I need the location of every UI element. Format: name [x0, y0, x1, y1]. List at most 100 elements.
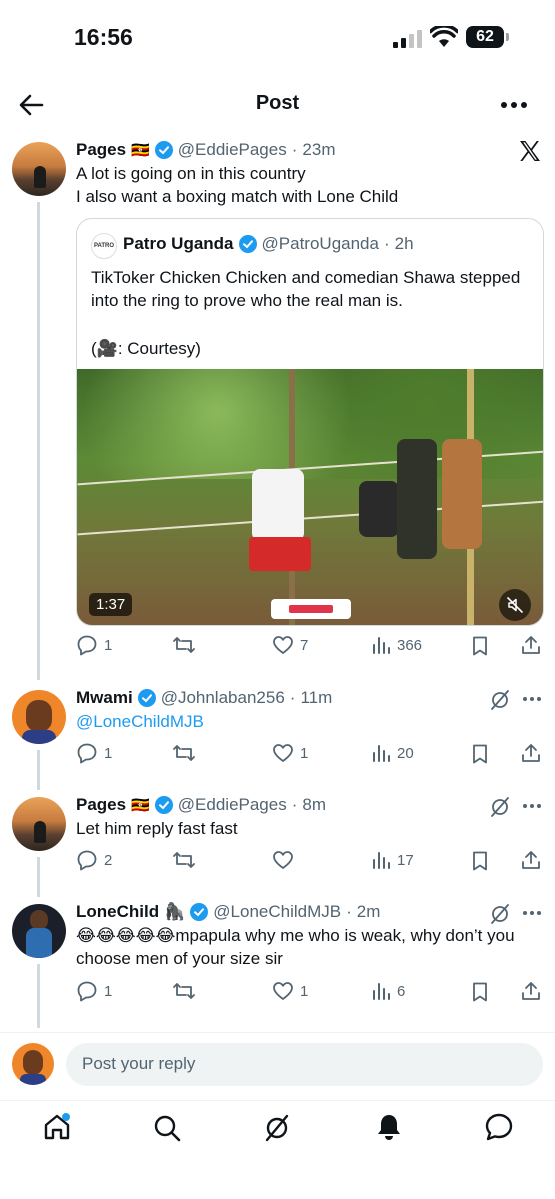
video-spectator [397, 439, 437, 559]
battery-cap [506, 33, 509, 41]
reply-bubble-icon [77, 850, 97, 871]
repost-action[interactable] [172, 634, 202, 656]
reply-header: LoneChild 🦍 @LoneChildMJB · 2m [76, 902, 380, 922]
thread-line [37, 750, 40, 790]
grok-icon[interactable] [262, 1113, 292, 1143]
verified-badge-icon [154, 141, 173, 159]
bookmark-icon[interactable] [470, 981, 490, 1003]
author-flag: 🇺🇬 [131, 142, 150, 159]
reply-author-name[interactable]: Mwami [76, 688, 133, 708]
battery-level: 62 [466, 26, 504, 48]
avatar-shirt [20, 1074, 46, 1085]
reply-action[interactable]: 1 [76, 634, 112, 656]
heart-icon [273, 982, 293, 1000]
quote-avatar[interactable]: PATRO [91, 233, 117, 259]
more-options-icon[interactable] [522, 799, 542, 813]
heart-icon [273, 851, 293, 869]
share-icon[interactable] [520, 849, 542, 871]
reply-avatar-mwami[interactable] [12, 690, 66, 744]
like-action[interactable]: 1 [272, 742, 308, 764]
avatar-suit [26, 928, 52, 958]
views-action[interactable]: 20 [371, 742, 414, 764]
post-text-line-2: I also want a boxing match with Lone Chi… [76, 187, 399, 206]
avatar-shirt [22, 730, 56, 744]
share-icon[interactable] [520, 634, 542, 656]
bell-icon[interactable] [374, 1112, 404, 1142]
muted-speaker-icon [507, 597, 523, 613]
like-action[interactable]: 7 [272, 634, 308, 656]
views-action[interactable]: 366 [371, 634, 422, 656]
video-watermark [271, 599, 351, 619]
video-fighter-shirt [252, 469, 304, 541]
repost-icon[interactable] [172, 742, 196, 764]
views-chart-icon [373, 983, 390, 1000]
reply-author-name[interactable]: LoneChild [76, 902, 159, 922]
quote-handle[interactable]: @PatroUganda [262, 234, 379, 254]
reply-time: 8m [302, 795, 327, 814]
views-action[interactable]: 17 [371, 849, 414, 871]
reply-input[interactable]: Post your reply [66, 1043, 543, 1086]
share-icon[interactable] [520, 980, 542, 1002]
post-text-line-1: A lot is going on in this country [76, 164, 306, 183]
author-name[interactable]: Pages [76, 140, 126, 160]
status-time: 16:56 [74, 24, 133, 50]
reply-action[interactable]: 2 [76, 849, 112, 871]
author-avatar[interactable] [12, 142, 66, 196]
bookmark-icon[interactable] [470, 743, 490, 765]
like-action[interactable]: 1 [272, 980, 308, 1002]
bookmark-icon[interactable] [470, 850, 490, 872]
more-options-icon[interactable] [500, 92, 528, 118]
status-bar: 16:56 62 [0, 0, 555, 80]
reply-handle[interactable]: @EddiePages [178, 795, 287, 815]
reply-bubble-icon [77, 635, 97, 656]
grok-icon[interactable] [488, 688, 512, 712]
share-icon[interactable] [520, 742, 542, 764]
home-icon[interactable] [42, 1112, 72, 1142]
bookmark-icon[interactable] [470, 635, 490, 657]
mute-button[interactable] [499, 589, 531, 621]
video-duration: 1:37 [89, 593, 133, 616]
views-chart-icon [373, 745, 390, 762]
view-count: 366 [397, 636, 423, 654]
repost-icon[interactable] [172, 980, 196, 1002]
separator-dot: · [383, 234, 390, 253]
reply-author-name[interactable]: Pages [76, 795, 126, 815]
post-header: Pages 🇺🇬 @EddiePages · 23m [76, 140, 516, 160]
video-fighter-shorts [249, 537, 311, 571]
avatar-face [30, 910, 48, 930]
reply-handle[interactable]: @Johnlaban256 [161, 688, 285, 708]
reply-avatar-pages[interactable] [12, 797, 66, 851]
search-icon[interactable] [152, 1113, 182, 1143]
quote-credit: (🎥: Courtesy) [91, 339, 201, 358]
grok-icon[interactable] [488, 795, 512, 819]
reply-mention-link[interactable]: @LoneChildMJB [76, 710, 204, 733]
more-options-icon[interactable] [522, 692, 542, 706]
more-options-icon[interactable] [522, 906, 542, 920]
author-handle[interactable]: @EddiePages [178, 140, 287, 160]
messages-icon[interactable] [484, 1112, 514, 1142]
reply-time: 2m [356, 902, 381, 921]
post-time[interactable]: 23m [302, 140, 335, 160]
repost-icon[interactable] [172, 849, 196, 871]
reply-avatar-lonechild[interactable] [12, 904, 66, 958]
battery-indicator: 62 [466, 26, 504, 48]
separator-dot: · [291, 795, 298, 814]
quote-text: TikToker Chicken Chicken and comedian Sh… [91, 268, 521, 310]
like-action[interactable] [272, 849, 300, 871]
current-user-avatar[interactable] [12, 1043, 54, 1085]
reply-handle[interactable]: @LoneChildMJB [213, 902, 341, 922]
grok-icon[interactable] [488, 902, 512, 926]
thread-line [37, 202, 40, 680]
author-flag: 🇺🇬 [131, 797, 150, 814]
view-count: 6 [397, 982, 406, 1000]
views-action[interactable]: 6 [371, 980, 405, 1002]
reply-action[interactable]: 1 [76, 742, 112, 764]
video-player[interactable]: 1:37 [77, 369, 543, 625]
video-watermark-bar [289, 605, 333, 613]
reply-action[interactable]: 1 [76, 980, 112, 1002]
quoted-post[interactable]: PATRO Patro Uganda @PatroUganda · 2h Tik… [76, 218, 544, 626]
views-chart-icon [373, 637, 390, 654]
reply-header: Mwami @Johnlaban256 · 11m [76, 688, 332, 708]
quote-author-name[interactable]: Patro Uganda [123, 234, 234, 254]
like-count: 1 [300, 982, 309, 1000]
